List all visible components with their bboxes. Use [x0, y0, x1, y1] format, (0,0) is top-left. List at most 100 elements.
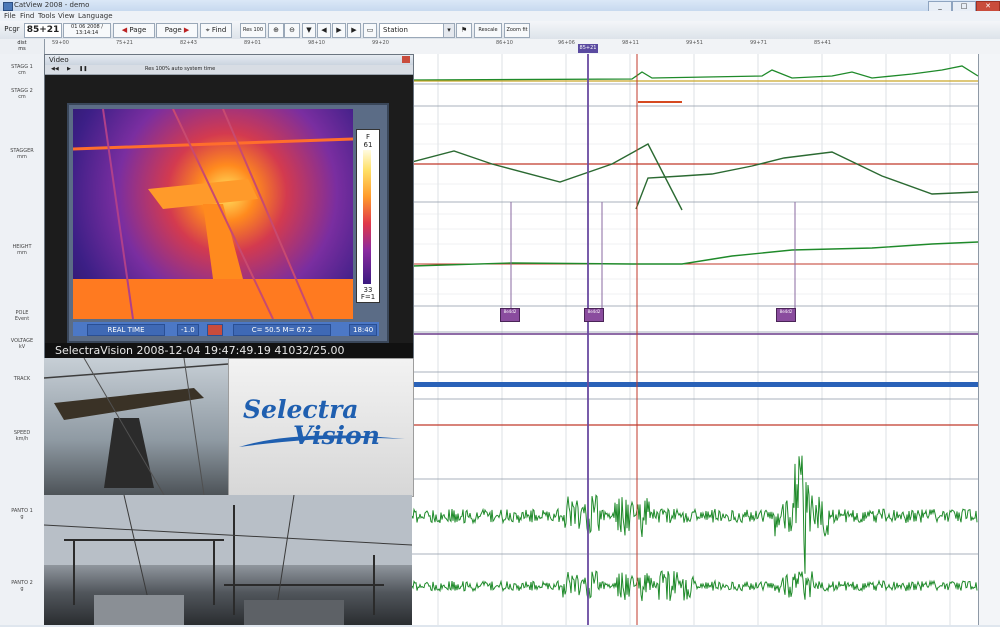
pantograph-camera-view	[44, 358, 228, 495]
video-title: Video	[49, 56, 69, 64]
ruler-tick: 98+11	[622, 40, 639, 46]
menu-file[interactable]: File	[4, 12, 16, 20]
signal-traces	[411, 54, 979, 625]
record-icon[interactable]	[207, 324, 223, 336]
ruler-tick: 59+00	[52, 40, 69, 46]
active-position-marker[interactable]: 85+21	[578, 44, 598, 53]
thermal-status-bar: REAL TIME -1.0 C= 50.5 M= 67.2 18:40	[73, 322, 379, 336]
logo-line1: Selectra	[243, 395, 359, 424]
channel-label-panto2[interactable]: PANTO 2g	[0, 580, 44, 592]
selectravision-logo: Selectra Vision	[228, 358, 414, 497]
zoom-out-icon[interactable]: ⊖	[284, 23, 300, 38]
video-toolbar: ◀◀ ▶ ❚❚ Res 100% auto system time	[45, 65, 413, 75]
channel-unit: cm	[18, 94, 26, 100]
channel-unit: cm	[18, 70, 26, 76]
channel-labels: STAGG 1 cm STAGG 2 cm STAGGER mm HEIGHT mm P…	[0, 54, 45, 625]
ruler-tick: 89+01	[244, 40, 261, 46]
video-caption-text: SelectraVision 2008-12-04 19:47:49.19 41…	[55, 344, 345, 357]
play-icon[interactable]: ▶	[67, 66, 71, 72]
thermal-camera-view: F 61 33 F=1 REAL TIME -1.0 C= 50.5 M= 67…	[67, 103, 389, 343]
channel-label-panto1[interactable]: PANTO 1g	[0, 508, 44, 520]
channel-label-speed[interactable]: SPEED km/h	[0, 430, 44, 442]
chevron-down-icon[interactable]: ▾	[443, 23, 455, 38]
play-icon[interactable]: ▶	[332, 23, 346, 38]
menu-find[interactable]: Find	[20, 12, 34, 20]
scale-unit: F	[365, 133, 371, 141]
video-title-bar[interactable]: Video	[45, 55, 413, 65]
ruler-tick: 96+06	[558, 40, 575, 46]
scale-max: 61	[363, 141, 373, 149]
channel-label-stagg1[interactable]: STAGG 1 cm	[0, 64, 44, 76]
catenary-thermal-silhouette	[73, 109, 353, 319]
status-mode: REAL TIME	[87, 324, 165, 336]
channel-label-track[interactable]: TRACK	[0, 376, 44, 382]
page-next-label: Page	[164, 26, 182, 34]
channel-label-stagg2[interactable]: STAGG 2 cm	[0, 88, 44, 100]
ruler-tick: 99+20	[372, 40, 389, 46]
ruler-tick: 75+21	[116, 40, 133, 46]
pause-icon[interactable]: ❚❚	[79, 66, 87, 72]
pole-event-label[interactable]: 8e4d2	[776, 308, 796, 322]
ruler-tick: 85+41	[814, 40, 831, 46]
channel-unit: g	[20, 514, 24, 520]
ruler-tick: 99+71	[750, 40, 767, 46]
temperature-scale: F 61 33 F=1	[356, 129, 380, 303]
signal-plot-area[interactable]: 8e4d2 8e4d2 8e4d2	[411, 54, 979, 625]
status-value: -1.0	[177, 324, 199, 336]
pole-label: Pcgr	[4, 25, 20, 33]
time-ruler[interactable]: 59+00 75+21 82+43 89+01 98+10 99+20 86+1…	[0, 39, 1000, 55]
channel-unit: kV	[18, 344, 26, 350]
channel-label-stagger[interactable]: STAGGER mm	[0, 148, 44, 160]
menu-language[interactable]: Language	[78, 12, 113, 20]
zoom-fit-button[interactable]: Zoom fit	[504, 23, 530, 38]
window-icon[interactable]: ▭	[363, 23, 377, 38]
channel-unit: km/h	[15, 436, 29, 442]
ruler-tick: 82+43	[180, 40, 197, 46]
app-icon	[3, 2, 13, 11]
ruler-tick: 99+51	[686, 40, 703, 46]
page-prev-label: Page	[129, 26, 147, 34]
forward-camera-view	[44, 495, 412, 625]
position-info: 01 06 2008 / 13:14:14	[63, 23, 111, 38]
video-window[interactable]: Video ◀◀ ▶ ❚❚ Res 100% auto system time …	[44, 54, 414, 360]
filter-icon[interactable]: ▼	[302, 23, 316, 38]
menu-view[interactable]: View	[58, 12, 75, 20]
value-axis	[978, 54, 1000, 625]
binoculars-icon: ⌖	[205, 26, 210, 34]
page-next-button[interactable]: Page ▶	[156, 23, 198, 38]
zoom-in-icon[interactable]: ⊕	[268, 23, 284, 38]
channel-label-voltage[interactable]: VOLTAGE kV	[0, 338, 44, 350]
pole-input[interactable]: 85+21	[24, 23, 62, 38]
window-title: CatView 2008 - demo	[14, 1, 90, 9]
ruler-tick: 98+10	[308, 40, 325, 46]
step-back-icon[interactable]: ◀	[317, 23, 331, 38]
close-icon[interactable]	[402, 56, 410, 63]
page-prev-button[interactable]: ◀ Page	[113, 23, 155, 38]
step-forward-icon[interactable]: ▶	[347, 23, 361, 38]
scale-mode: F=1	[360, 293, 376, 301]
pole-event-label[interactable]: 8e4d2	[584, 308, 604, 322]
channel-unit: g	[20, 586, 24, 592]
track-scene	[44, 495, 412, 625]
channel-name: TRACK	[13, 376, 31, 382]
bookmark-icon[interactable]: ⚑	[456, 23, 472, 38]
rescale-button[interactable]: Rescale	[474, 23, 502, 38]
logo-swoosh-icon	[239, 435, 405, 447]
thermal-image	[73, 109, 353, 319]
video-tool-info: Res 100% auto system time	[145, 66, 216, 72]
toolbar: Pcgr 85+21 01 06 2008 / 13:14:14 ◀ Page …	[0, 21, 1000, 40]
find-button[interactable]: ⌖ Find	[200, 23, 232, 38]
status-time: 18:40	[349, 324, 378, 336]
find-label: Find	[211, 26, 227, 34]
resolution-select[interactable]: Res 100	[240, 23, 266, 38]
axis-corner-line2: ms	[18, 46, 26, 52]
arrow-right-icon: ▶	[183, 26, 190, 34]
menu-tools[interactable]: Tools	[38, 12, 55, 20]
pole-event-label[interactable]: 8e4d2	[500, 308, 520, 322]
channel-label-height[interactable]: HEIGHT mm	[0, 244, 44, 256]
axis-corner: dist ms	[0, 39, 45, 54]
pantograph-silhouette	[44, 358, 228, 495]
rewind-icon[interactable]: ◀◀	[51, 66, 59, 72]
video-caption: SelectraVision 2008-12-04 19:47:49.19 41…	[45, 343, 413, 359]
channel-label-pole[interactable]: POLE Event	[0, 310, 44, 322]
